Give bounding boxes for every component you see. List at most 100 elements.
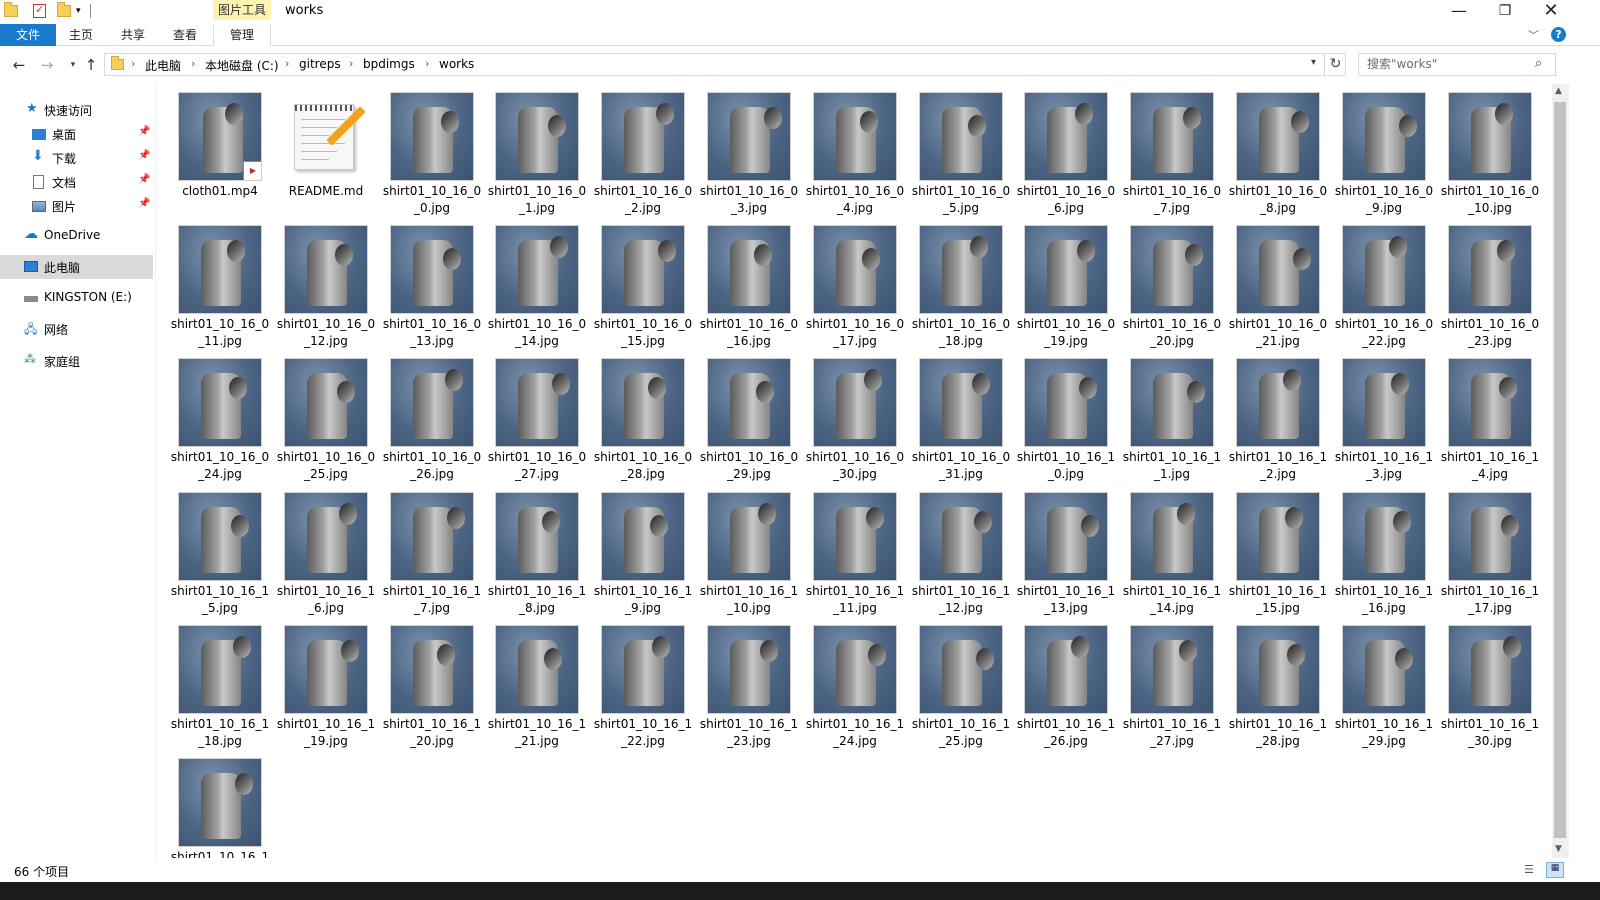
file-item[interactable]: shirt01_10_16_1_8.jpg [487, 484, 587, 615]
file-item[interactable]: shirt01_10_16_1_30.jpg [1440, 617, 1540, 748]
file-item[interactable]: shirt01_10_16_0_26.jpg [382, 350, 482, 481]
file-item[interactable]: shirt01_10_16_0_16.jpg [699, 217, 799, 348]
file-item[interactable]: shirt01_10_16_0_31.jpg [911, 350, 1011, 481]
file-item[interactable]: shirt01_10_16_0_24.jpg [170, 350, 270, 481]
file-item[interactable]: shirt01_10_16_1_11.jpg [805, 484, 905, 615]
file-item[interactable]: shirt01_10_16_0_1.jpg [487, 84, 587, 215]
file-item[interactable]: shirt01_10_16_1_15.jpg [1228, 484, 1328, 615]
file-item[interactable]: shirt01_10_16_0_27.jpg [487, 350, 587, 481]
scroll-down-icon[interactable]: ▼ [1555, 844, 1562, 854]
file-item[interactable]: shirt01_10_16_1_25.jpg [911, 617, 1011, 748]
close-button[interactable]: ✕ [1528, 0, 1574, 24]
file-item[interactable]: shirt01_10_16_0_20.jpg [1122, 217, 1222, 348]
forward-arrow-icon[interactable]: → [38, 56, 56, 74]
sidebar-item-kingston[interactable]: KINGSTON (E:) [0, 286, 153, 310]
file-list[interactable]: ▶ cloth01.mp4 README.md shirt01_10_16_0_0.j… [170, 84, 1550, 858]
pin-icon[interactable]: 📌 [138, 174, 150, 185]
help-icon[interactable]: ? [1551, 27, 1566, 42]
minimize-button[interactable]: — [1436, 0, 1482, 24]
refresh-icon[interactable]: ↻ [1326, 53, 1346, 76]
file-item[interactable]: shirt01_10_16_1_22.jpg [593, 617, 693, 748]
file-item[interactable]: shirt01_10_16_1_7.jpg [382, 484, 482, 615]
breadcrumb-separator-icon[interactable]: › [425, 57, 429, 70]
address-history-chevron-icon[interactable]: ▾ [1311, 57, 1316, 68]
file-item[interactable]: shirt01_10_16_1_17.jpg [1440, 484, 1540, 615]
file-item[interactable]: shirt01_10_16_0_2.jpg [593, 84, 693, 215]
file-item[interactable]: shirt01_10_16_1_24.jpg [805, 617, 905, 748]
sidebar-item-homegroup[interactable]: ⁂ 家庭组 [0, 349, 153, 373]
file-item[interactable]: shirt01_10_16_0_15.jpg [593, 217, 693, 348]
file-item[interactable]: shirt01_10_16_1_16.jpg [1334, 484, 1434, 615]
file-item[interactable]: shirt01_10_16_1_14.jpg [1122, 484, 1222, 615]
pin-icon[interactable]: 📌 [138, 126, 150, 137]
vertical-scrollbar[interactable]: ▲ ▼ [1552, 84, 1569, 858]
file-item[interactable]: shirt01_10_16_0_10.jpg [1440, 84, 1540, 215]
address-bar[interactable]: › 此电脑 › 本地磁盘 (C:) › gitreps › bpdimgs › … [104, 53, 1325, 76]
breadcrumb-item[interactable]: gitreps [299, 57, 341, 71]
tab-manage[interactable]: 管理 [213, 24, 271, 47]
file-item[interactable]: shirt01_10_16_0_14.jpg [487, 217, 587, 348]
sidebar-item-downloads[interactable]: ⬇ 下载 📌 [0, 146, 153, 170]
file-item[interactable]: shirt01_10_16_0_11.jpg [170, 217, 270, 348]
search-box[interactable]: ⌕ [1358, 53, 1556, 76]
file-item[interactable]: shirt01_10_16_0_4.jpg [805, 84, 905, 215]
file-item[interactable]: shirt01_10_16_0_17.jpg [805, 217, 905, 348]
file-item[interactable]: README.md [276, 84, 376, 212]
back-arrow-icon[interactable]: ← [10, 56, 28, 74]
file-item[interactable]: shirt01_10_16_1_19.jpg [276, 617, 376, 748]
details-view-icon[interactable]: ☰ [1524, 863, 1540, 877]
file-item[interactable]: shirt01_10_16_0_0.jpg [382, 84, 482, 215]
pin-icon[interactable]: 📌 [138, 198, 150, 209]
file-item[interactable]: shirt01_10_16_0_3.jpg [699, 84, 799, 215]
new-folder-icon[interactable] [57, 2, 71, 18]
search-icon[interactable]: ⌕ [1535, 56, 1542, 71]
breadcrumb-separator-icon[interactable]: › [191, 57, 195, 70]
breadcrumb-item[interactable]: bpdimgs [363, 57, 415, 71]
file-item[interactable]: shirt01_10_16_1_12.jpg [911, 484, 1011, 615]
file-item[interactable]: shirt01_10_16_1_2.jpg [1228, 350, 1328, 481]
file-item[interactable]: shirt01_10_16_0_8.jpg [1228, 84, 1328, 215]
properties-icon[interactable] [33, 3, 47, 18]
customize-toolbar-chevron-icon[interactable]: ▾ [76, 6, 86, 20]
file-item[interactable]: shirt01_10_16_0_25.jpg [276, 350, 376, 481]
expand-ribbon-chevron-icon[interactable]: ﹀ [1528, 27, 1539, 43]
file-item[interactable]: shirt01_10_16_1_27.jpg [1122, 617, 1222, 748]
sidebar-item-documents[interactable]: 文档 📌 [0, 170, 153, 194]
file-item[interactable]: shirt01_10_16_1_26.jpg [1016, 617, 1116, 748]
tab-view[interactable]: 查看 [162, 24, 208, 46]
folder-icon[interactable] [4, 2, 18, 18]
file-item[interactable]: shirt01_10_16_1_5.jpg [170, 484, 270, 615]
breadcrumb-item[interactable]: 此电脑 [145, 57, 181, 74]
file-item[interactable]: shirt01_10_16_1_6.jpg [276, 484, 376, 615]
tab-share[interactable]: 共享 [110, 24, 156, 46]
file-item[interactable]: shirt01_10_16_0_29.jpg [699, 350, 799, 481]
file-item[interactable]: shirt01_10_16_0_5.jpg [911, 84, 1011, 215]
up-arrow-icon[interactable]: ↑ [82, 56, 100, 74]
scroll-up-icon[interactable]: ▲ [1555, 86, 1562, 96]
breadcrumb-item[interactable]: works [439, 57, 474, 71]
breadcrumb-separator-icon[interactable]: › [285, 57, 289, 70]
sidebar-item-network[interactable]: 🖧 网络 [0, 317, 153, 341]
file-item[interactable]: shirt01_10_16_1_18.jpg [170, 617, 270, 748]
file-item[interactable]: shirt01_10_16_0_22.jpg [1334, 217, 1434, 348]
file-item[interactable]: shirt01_10_16_0_9.jpg [1334, 84, 1434, 215]
file-item[interactable]: shirt01_10_16_1_3.jpg [1334, 350, 1434, 481]
file-item[interactable]: shirt01_10_16_1_21.jpg [487, 617, 587, 748]
file-item[interactable]: shirt01_10_16_1_13.jpg [1016, 484, 1116, 615]
sidebar-item-onedrive[interactable]: ☁ OneDrive [0, 224, 153, 248]
file-item[interactable]: shirt01_10_16_0_28.jpg [593, 350, 693, 481]
file-item[interactable]: shirt01_10_16_1_31.jpg [170, 750, 270, 858]
file-item[interactable]: shirt01_10_16_1_29.jpg [1334, 617, 1434, 748]
recent-locations-chevron-icon[interactable]: ▾ [64, 60, 82, 70]
file-item[interactable]: ▶ cloth01.mp4 [170, 84, 270, 212]
file-item[interactable]: shirt01_10_16_1_28.jpg [1228, 617, 1328, 748]
file-item[interactable]: shirt01_10_16_0_12.jpg [276, 217, 376, 348]
file-item[interactable]: shirt01_10_16_0_23.jpg [1440, 217, 1540, 348]
breadcrumb-separator-icon[interactable]: › [131, 57, 135, 70]
large-icons-view-icon[interactable]: ▦ [1546, 862, 1564, 878]
file-item[interactable]: shirt01_10_16_0_7.jpg [1122, 84, 1222, 215]
file-item[interactable]: shirt01_10_16_1_4.jpg [1440, 350, 1540, 481]
sidebar-item-quick-access[interactable]: ★ 快速访问 [0, 98, 153, 122]
file-item[interactable]: shirt01_10_16_0_13.jpg [382, 217, 482, 348]
file-item[interactable]: shirt01_10_16_0_6.jpg [1016, 84, 1116, 215]
